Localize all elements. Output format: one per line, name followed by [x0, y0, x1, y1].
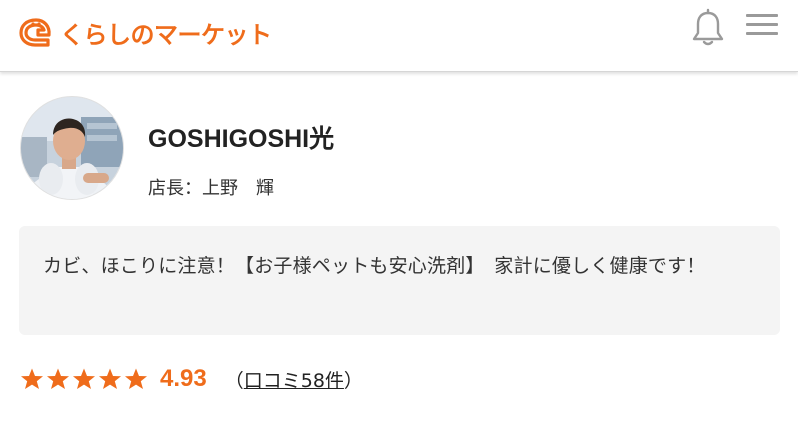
logo-text: くらしのマーケット [60, 20, 272, 49]
review-open-paren: （ [224, 369, 244, 392]
star-icon [47, 368, 69, 389]
manager-name: 上野 輝 [202, 178, 274, 199]
shop-description-box: カビ、ほこりに注意！【お子様ペットも安心洗剤】 家計に優しく健康です！ [19, 226, 780, 335]
review-close-paren: ） [343, 369, 363, 392]
avatar-photo [21, 97, 123, 199]
rating-row: 4.93 （口コミ58件） [20, 362, 363, 396]
shop-avatar [20, 96, 124, 200]
rating-score: 4.93 [160, 365, 207, 392]
menu-line [746, 23, 778, 26]
shop-name: GOSHIGOSHI光 [148, 125, 335, 153]
menu-line [746, 14, 778, 17]
star-icon [21, 368, 43, 389]
menu-line [746, 32, 778, 35]
review-count: （口コミ58件） [225, 366, 363, 393]
star-icon [73, 368, 95, 389]
bell-icon[interactable] [690, 8, 726, 48]
star-icon [125, 368, 147, 389]
site-header: くらしのマーケット [0, 0, 798, 72]
site-logo[interactable]: くらしのマーケット [18, 12, 272, 52]
logo-mark-icon [19, 18, 51, 47]
shop-manager: 店長： 上野 輝 [148, 174, 274, 200]
shop-description: カビ、ほこりに注意！【お子様ペットも安心洗剤】 家計に優しく健康です！ [43, 255, 706, 277]
review-count-link[interactable]: 口コミ58件 [244, 370, 344, 392]
manager-label: 店長： [148, 178, 202, 199]
hamburger-menu-icon[interactable] [746, 12, 780, 38]
star-icon [99, 368, 121, 389]
rating-stars [20, 367, 148, 391]
